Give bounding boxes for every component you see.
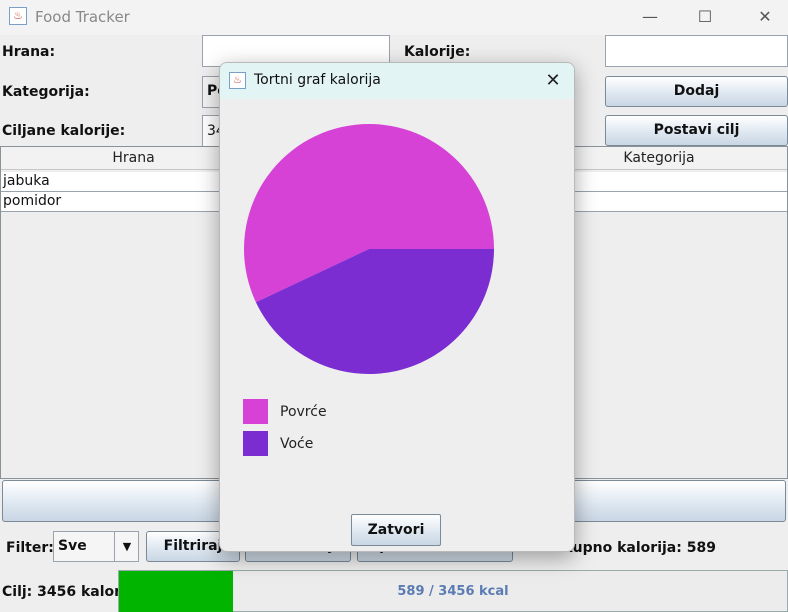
kalorije-label: Kalorije: [404, 44, 471, 60]
maximize-button[interactable]: ☐ [682, 0, 728, 35]
progress-text: 589 / 3456 kcal [397, 584, 509, 599]
pie-chart-dialog: ♨ Tortni graf kalorija ✕ Povrće Voće Zat… [219, 62, 575, 552]
chevron-down-icon[interactable]: ▼ [114, 532, 139, 561]
dialog-title: Tortni graf kalorija [254, 72, 381, 88]
pie-chart [244, 123, 494, 374]
legend-label-povrce: Povrće [280, 404, 327, 420]
close-icon[interactable]: ✕ [538, 67, 568, 95]
cell-hrana: jabuka [3, 173, 50, 189]
zatvori-button[interactable]: Zatvori [351, 514, 441, 546]
close-button[interactable]: ✕ [742, 0, 788, 35]
kategorija-label: Kategorija: [2, 84, 90, 100]
java-icon: ♨ [229, 72, 246, 89]
postavi-cilj-button[interactable]: Postavi cilj [605, 115, 788, 146]
ukupno-kalorija-label: Ukupno kalorija: 589 [552, 540, 716, 556]
filter-value: Sve [58, 538, 87, 554]
cell-hrana: pomidor [3, 193, 62, 209]
legend-label-voce: Voće [280, 436, 314, 452]
filter-label: Filter: [6, 540, 54, 556]
kalorije-input[interactable] [605, 35, 788, 67]
filter-select[interactable]: Sve ▼ [53, 531, 139, 562]
dodaj-button[interactable]: Dodaj [605, 76, 788, 107]
minimize-button[interactable]: — [627, 0, 673, 35]
ciljane-kalorije-label: Ciljane kalorije: [2, 123, 126, 139]
hrana-label: Hrana: [2, 44, 56, 60]
legend-swatch-povrce [243, 399, 268, 424]
java-icon: ♨ [9, 7, 27, 25]
window-title: Food Tracker [35, 8, 130, 26]
legend-swatch-voce [243, 431, 268, 456]
